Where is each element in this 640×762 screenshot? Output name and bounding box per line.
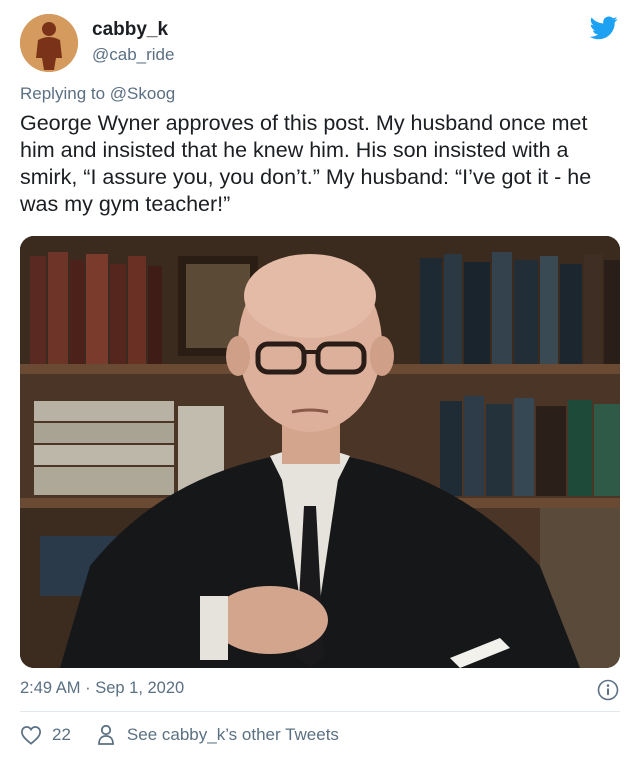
heart-icon[interactable] — [20, 725, 42, 745]
reply-mention-link[interactable]: @Skoog — [110, 84, 175, 103]
reply-context: Replying to @Skoog — [20, 84, 175, 104]
reply-prefix: Replying to — [20, 84, 106, 103]
tweet-timestamp[interactable]: 2:49 AM · Sep 1, 2020 — [20, 679, 184, 698]
info-icon[interactable] — [597, 679, 619, 701]
tweet-card: cabby_k @cab_ride Replying to @Skoog Geo… — [0, 0, 640, 762]
like-count[interactable]: 22 — [52, 725, 71, 745]
tweet-actions: 22 See cabby_k’s other Tweets — [20, 722, 339, 748]
author-avatar[interactable] — [20, 14, 78, 72]
tweet-text: George Wyner approves of this post. My h… — [20, 111, 592, 216]
author-display-name[interactable]: cabby_k — [92, 19, 168, 41]
author-handle[interactable]: @cab_ride — [92, 45, 174, 65]
tweet-photo[interactable] — [20, 236, 620, 668]
person-icon[interactable] — [97, 724, 115, 746]
photo-illustration — [20, 236, 620, 668]
see-other-tweets-link[interactable]: See cabby_k’s other Tweets — [127, 725, 339, 745]
twitter-bird-icon[interactable] — [590, 16, 618, 40]
avatar-silhouette-icon — [20, 14, 78, 72]
divider — [20, 711, 620, 712]
